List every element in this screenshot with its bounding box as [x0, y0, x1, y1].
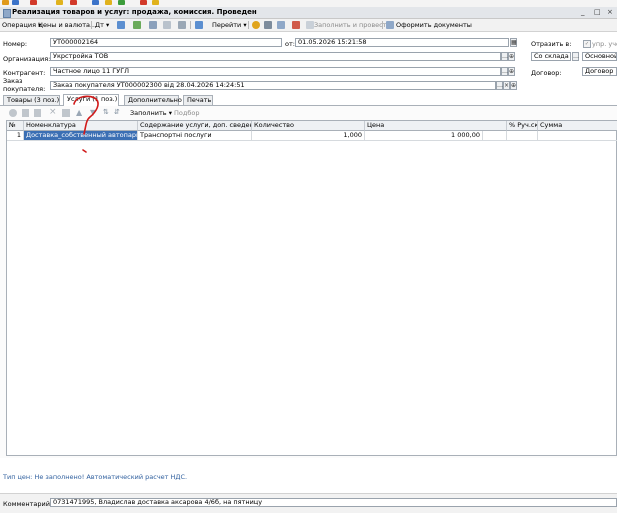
red-annotation-mark [73, 95, 99, 153]
help-icon[interactable] [252, 21, 260, 29]
date-label: от: [285, 40, 295, 48]
counterparty-select-button[interactable]: … [501, 67, 508, 76]
counterparty-field[interactable]: Частное лицо 11 ГУГЛ [50, 67, 501, 76]
select-button[interactable]: Подбор [174, 109, 199, 117]
order-label-line2: покупателя: [3, 85, 46, 93]
toolbar-separator [382, 21, 383, 29]
organization-label: Организация: [3, 55, 51, 63]
toolbar-separator [91, 21, 92, 29]
tab-additional[interactable]: Дополнительно [124, 95, 182, 105]
app-icon-8[interactable] [118, 0, 125, 5]
prices-currency-button[interactable]: Цены и валюта... [38, 20, 96, 30]
warehouse-type-field[interactable]: Основной [582, 52, 617, 61]
app-icon-2[interactable] [12, 0, 19, 5]
window-title: Реализация товаров и услуг: продажа, ком… [12, 8, 257, 16]
organization-open-button[interactable]: ⊕ [508, 52, 515, 61]
add-row-icon[interactable] [9, 109, 17, 117]
document-icon [3, 9, 11, 18]
contract-field[interactable]: Договор 2 [582, 67, 617, 76]
organization-select-button[interactable]: … [501, 52, 508, 61]
order-open-button[interactable]: ⊕ [510, 81, 517, 90]
maximize-icon[interactable]: □ [594, 8, 601, 16]
counterparty-label: Контрагент: [3, 69, 46, 77]
order-clear-button[interactable]: × [503, 81, 510, 90]
print-icon[interactable] [178, 21, 186, 29]
calendar-icon[interactable] [292, 21, 300, 29]
structure-icon[interactable] [133, 21, 141, 29]
column-header-content[interactable]: Содержание услуги, доп. сведения [138, 121, 252, 131]
row-price-extra-cell[interactable] [483, 131, 507, 141]
number-label: Номер: [3, 40, 28, 48]
customer-order-field[interactable]: Заказ покупателя УТ000002300 від 28.04.2… [50, 81, 496, 90]
row-sum-cell[interactable] [538, 131, 617, 141]
warehouse-field[interactable]: Со склада [531, 52, 571, 61]
print-documents-button[interactable]: Оформить документы [396, 20, 472, 30]
services-table: № Номенклатура Содержание услуги, доп. с… [6, 120, 617, 456]
app-icon-strip [0, 0, 617, 7]
counterparty-open-button[interactable]: ⊕ [508, 67, 515, 76]
app-icon-4[interactable] [56, 0, 63, 5]
toolbar-separator [248, 21, 249, 29]
order-select-button[interactable]: … [496, 81, 503, 90]
delete-row-icon[interactable]: × [49, 107, 57, 117]
row-price-cell[interactable]: 1 000,00 [365, 131, 483, 141]
mgmt-label: упр. учете [592, 40, 617, 48]
mgmt-checkbox[interactable]: ✓ [583, 40, 591, 48]
app-icon-5[interactable] [70, 0, 77, 5]
fill-post-icon[interactable] [306, 21, 314, 29]
app-icon-6[interactable] [92, 0, 99, 5]
sort-desc-icon[interactable]: ⇵ [114, 108, 120, 116]
column-header-number[interactable]: № [7, 121, 24, 131]
toolbar-separator [190, 21, 191, 29]
operation-menu[interactable]: Операция ▾ [2, 20, 41, 30]
goto-menu[interactable]: Перейти ▾ [212, 20, 247, 30]
fill-and-post-button[interactable]: Заполнить и провести [314, 20, 391, 30]
list-icon[interactable] [163, 21, 171, 29]
row-content-cell[interactable]: Транспортні послуги [138, 131, 252, 141]
comment-area: Комментарий: 0731471995, Владислав доста… [0, 493, 617, 513]
column-header-quantity[interactable]: Количество [252, 121, 365, 131]
dt-kt-button[interactable]: Дт ▾ [95, 20, 109, 30]
tab-print[interactable]: Печать [183, 95, 213, 105]
document-toolbar: Операция ▾ Цены и валюта... Дт ▾ Перейти… [0, 19, 617, 32]
warehouse-select-button[interactable]: … [572, 52, 579, 61]
tab-goods[interactable]: Товары (3 поз.) [3, 95, 60, 105]
number-field[interactable]: УТ000002164 [50, 38, 282, 47]
row-number[interactable]: 1 [7, 131, 24, 141]
window-title-bar: Реализация товаров и услуг: продажа, ком… [0, 7, 617, 19]
app-icon-1[interactable] [2, 0, 9, 5]
order-label-line1: Заказ [3, 77, 23, 85]
price-type-info-link[interactable]: Тип цен: Не заполнено! Автоматический ра… [3, 473, 187, 481]
comment-label: Комментарий: [3, 500, 53, 508]
date-picker-button[interactable]: ▦ [510, 38, 517, 47]
column-header-discount[interactable]: % Руч.ск. [507, 121, 538, 131]
fill-menu[interactable]: Заполнить ▾ [130, 109, 172, 117]
settings-icon[interactable] [195, 21, 203, 29]
column-header-sum[interactable]: Сумма [538, 121, 617, 131]
copy-icon[interactable] [149, 21, 157, 29]
date-field[interactable]: 01.05.2026 15:21:58 [295, 38, 509, 47]
close-icon[interactable]: × [607, 8, 613, 16]
app-icon-7[interactable] [105, 0, 112, 5]
row-quantity-cell[interactable]: 1,000 [252, 131, 365, 141]
app-icon-10[interactable] [152, 0, 159, 5]
contract-label: Договор: [531, 69, 562, 77]
refresh-icon[interactable] [117, 21, 125, 29]
report-icon[interactable] [264, 21, 272, 29]
table-icon[interactable] [277, 21, 285, 29]
reflect-label: Отразить в: [531, 40, 572, 48]
copy-row-icon[interactable] [22, 109, 29, 117]
row-discount-cell[interactable] [507, 131, 538, 141]
comment-field[interactable]: 0731471995, Владислав доставка аксарова … [50, 498, 617, 507]
minimize-icon[interactable]: _ [581, 8, 585, 16]
column-header-price[interactable]: Цена [365, 121, 507, 131]
organization-field[interactable]: Укрстройка ТОВ [50, 52, 501, 61]
edit-row-icon[interactable] [34, 109, 41, 117]
app-icon-3[interactable] [30, 0, 37, 5]
app-icon-9[interactable] [140, 0, 147, 5]
docs-icon[interactable] [386, 21, 394, 29]
